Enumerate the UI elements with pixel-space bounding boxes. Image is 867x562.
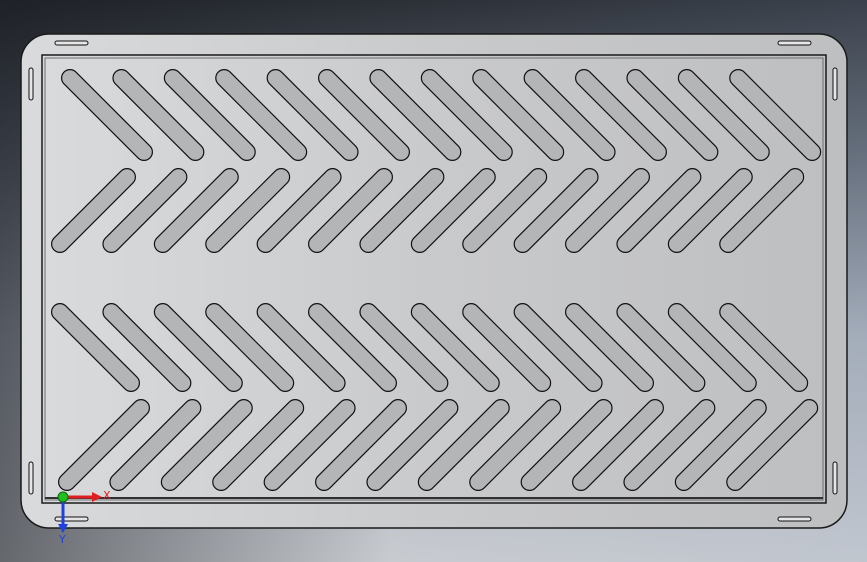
y-axis-label: Y	[58, 533, 66, 546]
sheet-metal-part[interactable]: X Y	[0, 0, 867, 562]
x-axis-label: X	[103, 489, 111, 502]
graphics-viewport[interactable]: X Y	[0, 0, 867, 562]
triad-origin	[57, 491, 69, 503]
